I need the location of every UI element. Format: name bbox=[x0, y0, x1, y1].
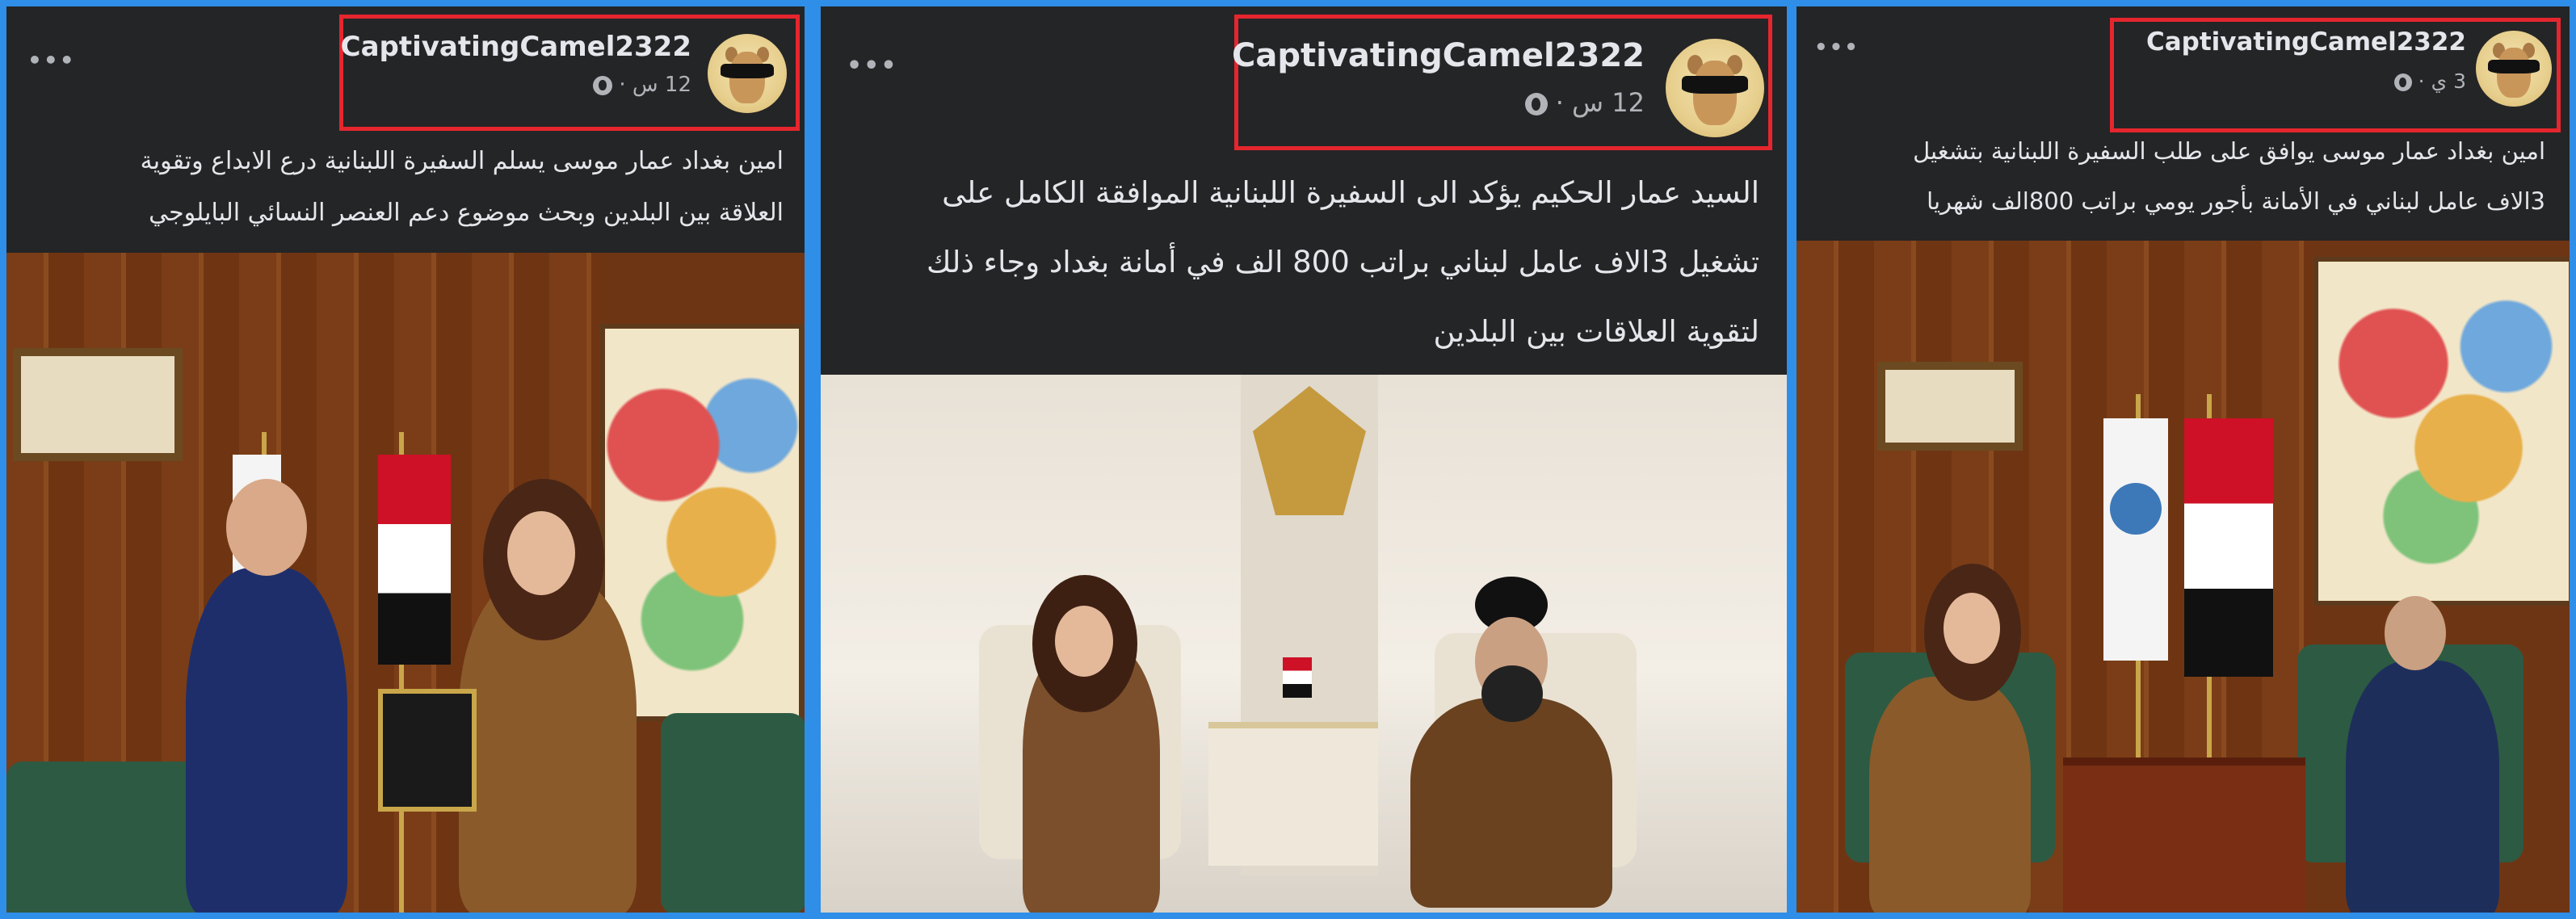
post-text-line: 3الاف عامل لبناني في الأمانة بأجور يومي … bbox=[1927, 187, 2545, 215]
username[interactable]: CaptivatingCamel2322 bbox=[1232, 37, 1645, 74]
side-table bbox=[1208, 722, 1378, 866]
more-options-icon[interactable]: ••• bbox=[27, 47, 76, 73]
post-meta: 3 ي · bbox=[2393, 69, 2466, 93]
woman-face bbox=[507, 511, 575, 595]
camel-sunglasses-avatar[interactable] bbox=[1666, 39, 1764, 137]
post-card-1: ••• CaptivatingCamel2322 12 س · امين بغد… bbox=[6, 6, 805, 913]
more-options-icon[interactable]: ••• bbox=[1814, 36, 1860, 60]
meta-separator: · bbox=[619, 73, 626, 97]
post-text-line: السيد عمار الحكيم يؤكد الى السفيرة اللبن… bbox=[942, 175, 1759, 210]
post-meta: 12 س · bbox=[1524, 87, 1645, 118]
man-seated bbox=[2346, 661, 2499, 913]
desk-flag bbox=[1283, 657, 1312, 698]
camel-sunglasses-avatar[interactable] bbox=[708, 34, 787, 113]
more-options-icon[interactable]: ••• bbox=[847, 52, 898, 80]
post-header: ••• CaptivatingCamel2322 3 ي · bbox=[1796, 6, 2570, 132]
cleric-robe bbox=[1410, 698, 1612, 908]
post-time[interactable]: 12 س bbox=[632, 73, 691, 97]
flag-iraq bbox=[378, 455, 451, 665]
post-time[interactable]: 3 ي bbox=[2431, 69, 2466, 93]
woman-seated bbox=[1869, 677, 2031, 913]
post-card-3: ••• CaptivatingCamel2322 3 ي · امين بغدا… bbox=[1796, 6, 2570, 913]
post-photo[interactable] bbox=[6, 253, 805, 913]
post-time[interactable]: 12 س bbox=[1572, 87, 1645, 118]
man-head bbox=[2385, 596, 2446, 670]
wall-calligraphy-frame bbox=[13, 348, 183, 461]
post-text-line: تشغيل 3الاف عامل لبناني براتب 800 الف في… bbox=[926, 245, 1759, 279]
post-photo[interactable] bbox=[1796, 241, 2570, 913]
flag-baghdad-municipality bbox=[2103, 418, 2168, 661]
award-shield bbox=[378, 689, 477, 812]
post-text: امين بغداد عمار موسى يسلم السفيرة اللبنا… bbox=[23, 136, 784, 239]
meta-separator: · bbox=[2418, 69, 2425, 93]
meta-separator: · bbox=[1555, 87, 1564, 118]
post-header: ••• CaptivatingCamel2322 12 س · bbox=[821, 6, 1787, 150]
post-header: ••• CaptivatingCamel2322 12 س · bbox=[6, 6, 805, 131]
wall-calligraphy-frame bbox=[1877, 362, 2023, 451]
man-head bbox=[226, 479, 307, 576]
globe-icon bbox=[1524, 93, 1548, 115]
post-meta: 12 س · bbox=[593, 73, 691, 97]
globe-icon bbox=[593, 75, 613, 95]
globe-icon bbox=[2393, 73, 2412, 91]
post-text-line: العلاقة بين البلدين وبحث موضوع دعم العنص… bbox=[149, 199, 784, 227]
green-sofa bbox=[661, 713, 805, 913]
post-text-line: لتقوية العلاقات بين البلدين bbox=[1433, 314, 1759, 349]
coffee-table bbox=[2063, 757, 2305, 913]
username[interactable]: CaptivatingCamel2322 bbox=[341, 31, 691, 63]
username[interactable]: CaptivatingCamel2322 bbox=[2146, 27, 2466, 57]
flag-iraq bbox=[2184, 418, 2273, 677]
woman-face bbox=[1944, 593, 2000, 664]
man-in-suit bbox=[186, 568, 347, 913]
post-text: السيد عمار الحكيم يؤكد الى السفيرة اللبن… bbox=[840, 158, 1759, 367]
post-text-line: امين بغداد عمار موسى يوافق على طلب السفي… bbox=[1913, 137, 2545, 165]
woman-face bbox=[1055, 606, 1113, 677]
post-photo[interactable] bbox=[821, 375, 1787, 913]
post-text-line: امين بغداد عمار موسى يسلم السفيرة اللبنا… bbox=[140, 147, 784, 175]
post-text: امين بغداد عمار موسى يوافق على طلب السفي… bbox=[1813, 126, 2545, 226]
cleric-beard bbox=[1481, 665, 1543, 722]
wall-map bbox=[2313, 257, 2570, 606]
green-sofa bbox=[6, 762, 208, 913]
municipality-seal bbox=[2110, 483, 2162, 535]
camel-sunglasses-avatar[interactable] bbox=[2476, 31, 2552, 107]
post-card-2: ••• CaptivatingCamel2322 12 س · السيد عم… bbox=[821, 6, 1787, 913]
